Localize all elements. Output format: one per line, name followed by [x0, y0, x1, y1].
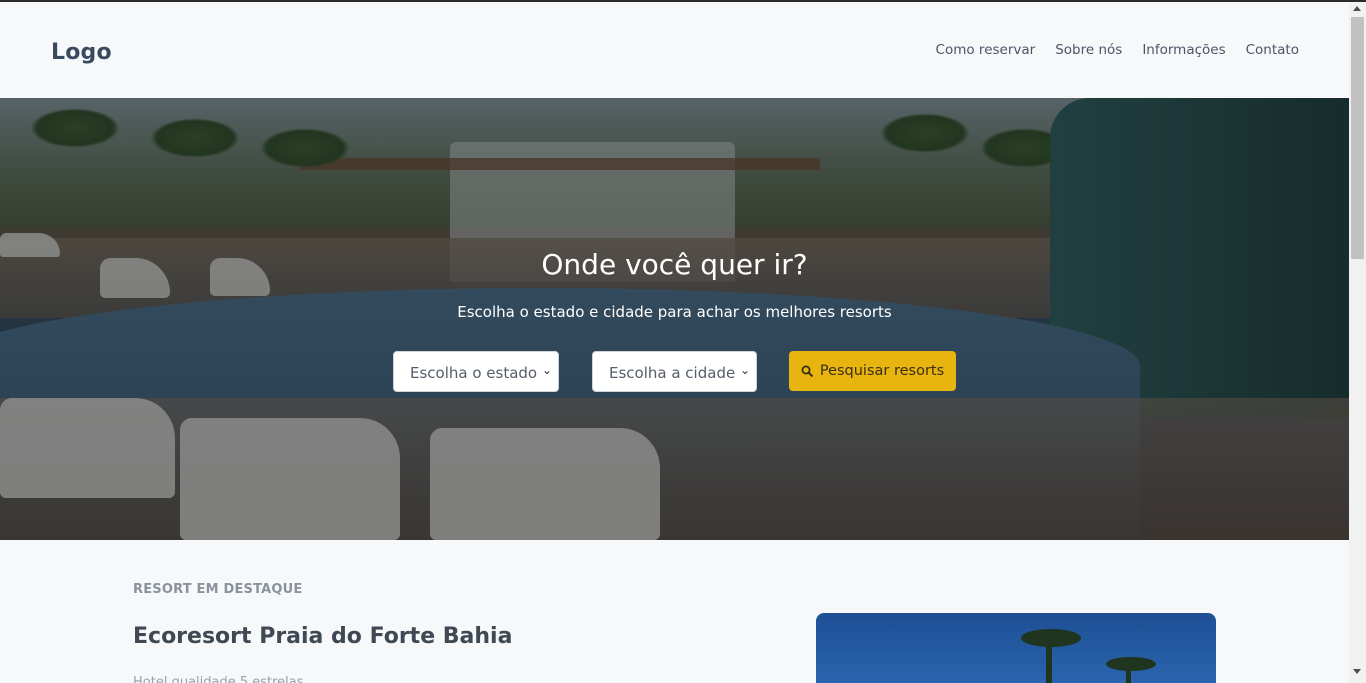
hero-section: Onde você quer ir? Escolha o estado e ci… [0, 98, 1349, 540]
city-select[interactable]: Escolha a cidade ⌄ [592, 351, 757, 392]
scroll-up-arrow-icon[interactable] [1353, 6, 1361, 11]
featured-resort-subtitle: Hotel qualidade 5 estrelas [133, 675, 304, 683]
state-select-value: Escolha o estado [410, 364, 538, 382]
site-header: Logo Como reservar Sobre nós Informações… [0, 2, 1349, 98]
nav-como-reservar[interactable]: Como reservar [936, 42, 1036, 58]
scroll-thumb[interactable] [1351, 17, 1364, 259]
hero-title: Onde você quer ir? [541, 248, 808, 281]
logo[interactable]: Logo [51, 40, 112, 65]
featured-resort-image[interactable] [816, 613, 1216, 683]
featured-section-label: RESORT EM DESTAQUE [133, 582, 303, 597]
featured-resort-title: Ecoresort Praia do Forte Bahia [133, 624, 513, 649]
search-icon [801, 365, 814, 378]
search-resorts-button[interactable]: Pesquisar resorts [789, 351, 956, 391]
hero-subtitle: Escolha o estado e cidade para achar os … [457, 303, 892, 321]
main-nav: Como reservar Sobre nós Informações Cont… [936, 42, 1299, 58]
nav-sobre-nos[interactable]: Sobre nós [1055, 42, 1122, 58]
vertical-scrollbar[interactable] [1349, 2, 1366, 683]
state-select[interactable]: Escolha o estado ⌄ [393, 351, 559, 392]
chevron-down-icon: ⌄ [739, 363, 750, 377]
search-button-label: Pesquisar resorts [819, 363, 945, 379]
scroll-down-arrow-icon[interactable] [1353, 669, 1361, 674]
chevron-down-icon: ⌄ [541, 363, 552, 377]
nav-contato[interactable]: Contato [1246, 42, 1299, 58]
city-select-value: Escolha a cidade [609, 364, 736, 382]
nav-informacoes[interactable]: Informações [1142, 42, 1225, 58]
